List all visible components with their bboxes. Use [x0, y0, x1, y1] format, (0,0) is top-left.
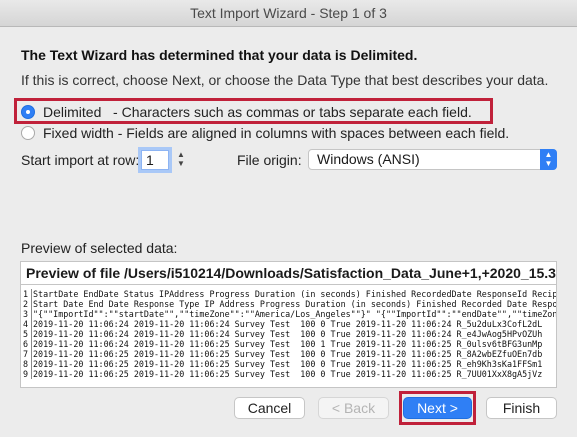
- line-text: "{""ImportId"":""startDate"",""timeZone"…: [33, 309, 557, 319]
- title-bar: Text Import Wizard - Step 1 of 3: [0, 0, 577, 27]
- line-text: Start Date End Date Response Type IP Add…: [33, 299, 557, 309]
- preview-line: 5 2019-11-20 11:06:24 2019-11-20 11:06:24…: [23, 329, 542, 339]
- preview-label: Preview of selected data:: [21, 240, 178, 256]
- preview-line: 8 2019-11-20 11:06:25 2019-11-20 11:06:25…: [23, 359, 542, 369]
- line-number: 3: [23, 309, 32, 319]
- line-number: 7: [23, 349, 32, 359]
- preview-file-header: Preview of file /Users/i510214/Downloads…: [20, 261, 557, 285]
- line-number: 4: [23, 319, 32, 329]
- intro-heading: The Text Wizard has determined that your…: [21, 47, 418, 63]
- line-number: 5: [23, 329, 32, 339]
- preview-line: 6 2019-11-20 11:06:24 2019-11-20 11:06:25…: [23, 339, 542, 349]
- start-row-input[interactable]: 1: [141, 150, 169, 170]
- radio-fixed-width-label: Fixed width: [43, 125, 114, 141]
- preview-data-box[interactable]: 1 StartDate EndDate Status IPAddress Prog…: [20, 285, 557, 388]
- line-number: 6: [23, 339, 32, 349]
- preview-line: 4 2019-11-20 11:06:24 2019-11-20 11:06:24…: [23, 319, 542, 329]
- stepper-up-icon[interactable]: ▲: [175, 150, 187, 159]
- radio-delimited[interactable]: Delimited - Characters such as commas or…: [21, 104, 472, 120]
- line-text: 2019-11-20 11:06:24 2019-11-20 11:06:24 …: [33, 329, 543, 339]
- line-number: 8: [23, 359, 32, 369]
- radio-fixed-width[interactable]: Fixed width - Fields are aligned in colu…: [21, 125, 509, 141]
- window-title: Text Import Wizard - Step 1 of 3: [190, 5, 387, 21]
- file-origin-select[interactable]: Windows (ANSI) ▲ ▼: [308, 149, 557, 170]
- preview-line: 3 "{""ImportId"":""startDate"",""timeZone…: [23, 309, 557, 319]
- preview-line: 7 2019-11-20 11:06:25 2019-11-20 11:06:25…: [23, 349, 542, 359]
- line-text: 2019-11-20 11:06:24 2019-11-20 11:06:24 …: [33, 319, 543, 329]
- line-number: 1: [23, 289, 32, 299]
- radio-unselected-icon: [21, 126, 35, 140]
- line-text: 2019-11-20 11:06:25 2019-11-20 11:06:25 …: [33, 369, 543, 379]
- chevron-updown-icon: ▲ ▼: [540, 149, 557, 170]
- line-text: 2019-11-20 11:06:25 2019-11-20 11:06:25 …: [33, 349, 543, 359]
- line-number: 2: [23, 299, 32, 309]
- stepper-down-icon[interactable]: ▼: [175, 159, 187, 168]
- radio-delimited-label: Delimited: [43, 104, 102, 120]
- radio-fixed-width-description: - Fields are aligned in columns with spa…: [113, 125, 510, 141]
- intro-subline: If this is correct, choose Next, or choo…: [21, 72, 549, 88]
- line-number: 9: [23, 369, 32, 379]
- cancel-button[interactable]: Cancel: [234, 397, 305, 419]
- next-button[interactable]: Next >: [403, 397, 472, 419]
- preview-line: 1 StartDate EndDate Status IPAddress Prog…: [23, 289, 557, 299]
- line-text: StartDate EndDate Status IPAddress Progr…: [33, 289, 557, 299]
- start-row-label: Start import at row:: [21, 152, 140, 168]
- finish-button[interactable]: Finish: [486, 397, 557, 419]
- line-text: 2019-11-20 11:06:24 2019-11-20 11:06:25 …: [33, 339, 543, 349]
- preview-line: 9 2019-11-20 11:06:25 2019-11-20 11:06:25…: [23, 369, 542, 379]
- back-button[interactable]: < Back: [318, 397, 389, 419]
- radio-delimited-description: - Characters such as commas or tabs sepa…: [101, 104, 472, 120]
- line-text: 2019-11-20 11:06:25 2019-11-20 11:06:25 …: [33, 359, 543, 369]
- preview-line: 2 Start Date End Date Response Type IP Ad…: [23, 299, 557, 309]
- start-row-stepper[interactable]: ▲ ▼: [175, 150, 187, 170]
- file-origin-label: File origin:: [237, 152, 302, 168]
- file-origin-value: Windows (ANSI): [317, 151, 420, 167]
- radio-selected-icon: [21, 105, 35, 119]
